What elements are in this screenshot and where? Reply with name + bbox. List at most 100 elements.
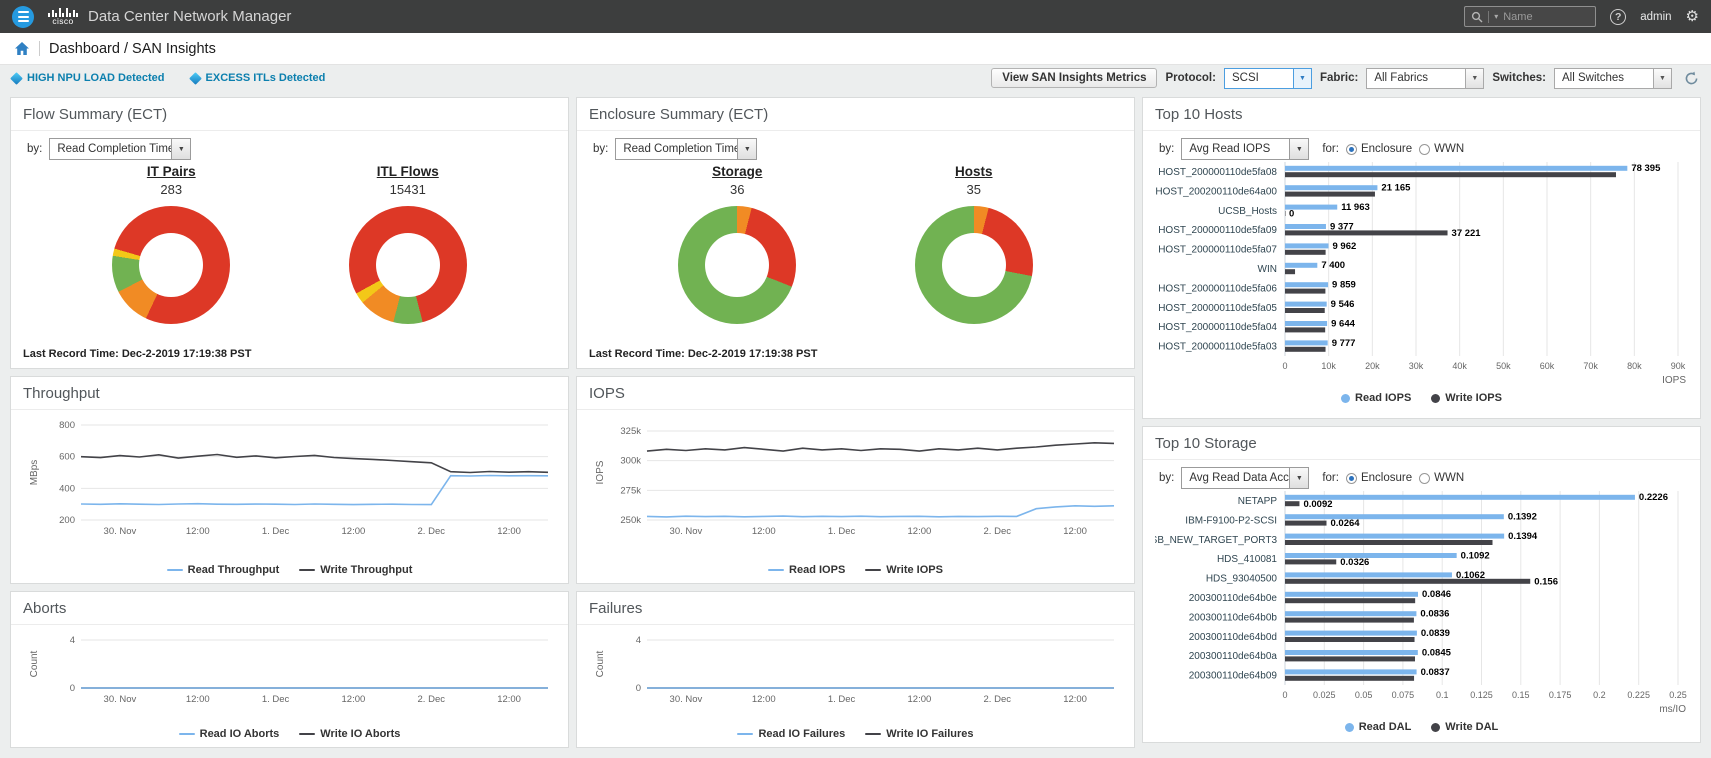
legend-item[interactable]: Read DAL <box>1344 721 1411 733</box>
svg-text:12:00: 12:00 <box>186 526 210 537</box>
failures-chart: 0 4 Count 30. Nov 12:00 1. Dec 12:00 2. Dec 12:0… <box>589 632 1122 711</box>
svg-text:20k: 20k <box>1365 361 1380 371</box>
column-1: Flow Summary (ECT) by: Read Completion T… <box>10 97 569 748</box>
protocol-select[interactable]: SCSI ▼ <box>1223 67 1312 89</box>
legend-label: Write IO Failures <box>886 728 974 740</box>
legend-item[interactable]: Read IOPS <box>768 564 845 576</box>
legend-item[interactable]: Write IOPS <box>1431 392 1502 404</box>
svg-text:12:00: 12:00 <box>1063 526 1087 537</box>
legend-item[interactable]: Write DAL <box>1431 721 1498 733</box>
top-hosts-chart: 0 10k 20k 30k 40k 50k 60k 70k 80k 90k IOPS HOST_200… <box>1155 162 1688 389</box>
top-storage-by-select[interactable]: Avg Read Data Acce... ▼ <box>1181 467 1310 489</box>
itl-flows-link[interactable]: ITL Flows <box>377 164 439 179</box>
filter-bar: HIGH NPU LOAD Detected EXCESS ITLs Detec… <box>0 65 1711 91</box>
svg-text:Count: Count <box>29 650 40 677</box>
svg-text:30k: 30k <box>1409 361 1424 371</box>
svg-text:0.1: 0.1 <box>1436 690 1449 700</box>
view-san-insights-metrics-button[interactable]: View SAN Insights Metrics <box>991 68 1158 88</box>
itl-flows-group: ITL Flows 15431 <box>348 164 467 324</box>
legend-marker-icon <box>768 568 785 572</box>
app-title: Data Center Network Manager <box>88 8 292 25</box>
enclosure-summary-by-select[interactable]: Read Completion Time ▼ <box>615 138 758 160</box>
refresh-icon[interactable] <box>1684 71 1699 86</box>
legend-item[interactable]: Read IO Aborts <box>178 728 280 740</box>
svg-text:200: 200 <box>59 515 75 526</box>
svg-text:NETAPP: NETAPP <box>1238 496 1278 507</box>
legend-item[interactable]: Read Throughput <box>166 564 279 576</box>
legend-item[interactable]: Write Throughput <box>299 564 412 576</box>
storage-link[interactable]: Storage <box>712 164 762 179</box>
legend-item[interactable]: Write IO Failures <box>865 728 974 740</box>
cisco-logo-text: cisco <box>52 15 74 26</box>
itl-flows-donut-chart[interactable] <box>348 206 467 324</box>
last-record-time: Last Record Time: Dec-2-2019 17:19:38 PS… <box>589 348 818 360</box>
top-storage-enclosure-radio[interactable]: Enclosure <box>1345 472 1412 484</box>
flow-summary-by-select[interactable]: Read Completion Time ▼ <box>49 138 192 160</box>
svg-text:12:00: 12:00 <box>497 694 521 705</box>
storage-donut-chart[interactable] <box>678 206 797 324</box>
top-hosts-by-select[interactable]: Avg Read IOPS ▼ <box>1181 138 1310 160</box>
alert-excess-itls[interactable]: EXCESS ITLs Detected <box>188 71 325 85</box>
svg-text:7 400: 7 400 <box>1321 260 1345 271</box>
legend-item[interactable]: Read IOPS <box>1341 392 1411 404</box>
svg-text:0.05: 0.05 <box>1355 690 1373 700</box>
svg-text:0.075: 0.075 <box>1392 690 1415 700</box>
svg-text:60k: 60k <box>1540 361 1555 371</box>
top-hosts-wwn-radio[interactable]: WWN <box>1419 143 1464 155</box>
hosts-donut-chart[interactable] <box>914 206 1033 324</box>
svg-text:30. Nov: 30. Nov <box>670 694 703 705</box>
svg-text:0.0845: 0.0845 <box>1422 647 1452 658</box>
legend-label: Read IO Aborts <box>199 728 280 740</box>
chevron-down-icon: ▼ <box>737 139 757 159</box>
svg-text:HOST_200200110de64a00: HOST_200200110de64a00 <box>1155 186 1277 197</box>
legend-item[interactable]: Read IO Failures <box>737 728 845 740</box>
fabric-label: Fabric: <box>1319 72 1359 84</box>
svg-text:21 165: 21 165 <box>1381 183 1411 194</box>
gear-icon[interactable]: ⚙ <box>1686 9 1699 24</box>
column-2: Enclosure Summary (ECT) by: Read Complet… <box>576 97 1135 748</box>
help-icon[interactable]: ? <box>1610 8 1627 25</box>
legend-label: Write Throughput <box>320 564 413 576</box>
throughput-card: Throughput 200 400 600 800 MBps 30. Nov 12:00 1… <box>10 376 569 584</box>
last-record-time: Last Record Time: Dec-2-2019 17:19:38 PS… <box>23 348 252 360</box>
svg-text:12:00: 12:00 <box>186 694 210 705</box>
svg-text:0.0837: 0.0837 <box>1421 667 1450 678</box>
svg-text:1. Dec: 1. Dec <box>828 526 856 537</box>
legend-item[interactable]: Write IO Aborts <box>299 728 400 740</box>
alert-label: HIGH NPU LOAD Detected <box>27 72 165 84</box>
svg-text:400: 400 <box>59 483 75 494</box>
top-storage-wwn-radio[interactable]: WWN <box>1419 472 1464 484</box>
svg-text:300k: 300k <box>620 456 641 467</box>
svg-text:0.15: 0.15 <box>1512 690 1530 700</box>
svg-text:0: 0 <box>70 683 75 694</box>
it-pairs-link[interactable]: IT Pairs <box>147 164 196 179</box>
top-hosts-enclosure-radio[interactable]: Enclosure <box>1345 143 1412 155</box>
switches-select[interactable]: All Switches ▼ <box>1554 67 1672 89</box>
global-search-input[interactable]: ▾ Name <box>1464 6 1597 27</box>
svg-text:0.225: 0.225 <box>1627 690 1650 700</box>
donut-hole <box>941 233 1006 297</box>
chevron-down-icon: ▼ <box>1289 468 1309 488</box>
hosts-link[interactable]: Hosts <box>955 164 993 179</box>
radio-unchecked-icon <box>1419 472 1431 484</box>
home-icon[interactable] <box>14 41 30 57</box>
svg-text:37 221: 37 221 <box>1452 228 1482 239</box>
svg-text:2. Dec: 2. Dec <box>418 694 446 705</box>
svg-text:0: 0 <box>636 683 641 694</box>
svg-text:2. Dec: 2. Dec <box>418 526 446 537</box>
svg-text:200300110de64b0e: 200300110de64b0e <box>1189 593 1278 604</box>
svg-text:80k: 80k <box>1627 361 1642 371</box>
svg-text:0.125: 0.125 <box>1470 690 1493 700</box>
legend-item[interactable]: Write IOPS <box>865 564 943 576</box>
user-name[interactable]: admin <box>1640 11 1671 23</box>
enclosure-summary-card: Enclosure Summary (ECT) by: Read Complet… <box>576 97 1135 369</box>
svg-text:0.2: 0.2 <box>1593 690 1606 700</box>
svg-text:0.0326: 0.0326 <box>1340 557 1369 568</box>
svg-text:9 546: 9 546 <box>1331 299 1355 310</box>
fabric-select[interactable]: All Fabrics ▼ <box>1366 67 1485 89</box>
throughput-title: Throughput <box>11 384 568 410</box>
svg-text:0.0846: 0.0846 <box>1422 589 1451 600</box>
alert-high-npu-load[interactable]: HIGH NPU LOAD Detected <box>10 71 165 85</box>
menu-button[interactable] <box>12 5 34 28</box>
it-pairs-donut-chart[interactable] <box>112 206 231 324</box>
